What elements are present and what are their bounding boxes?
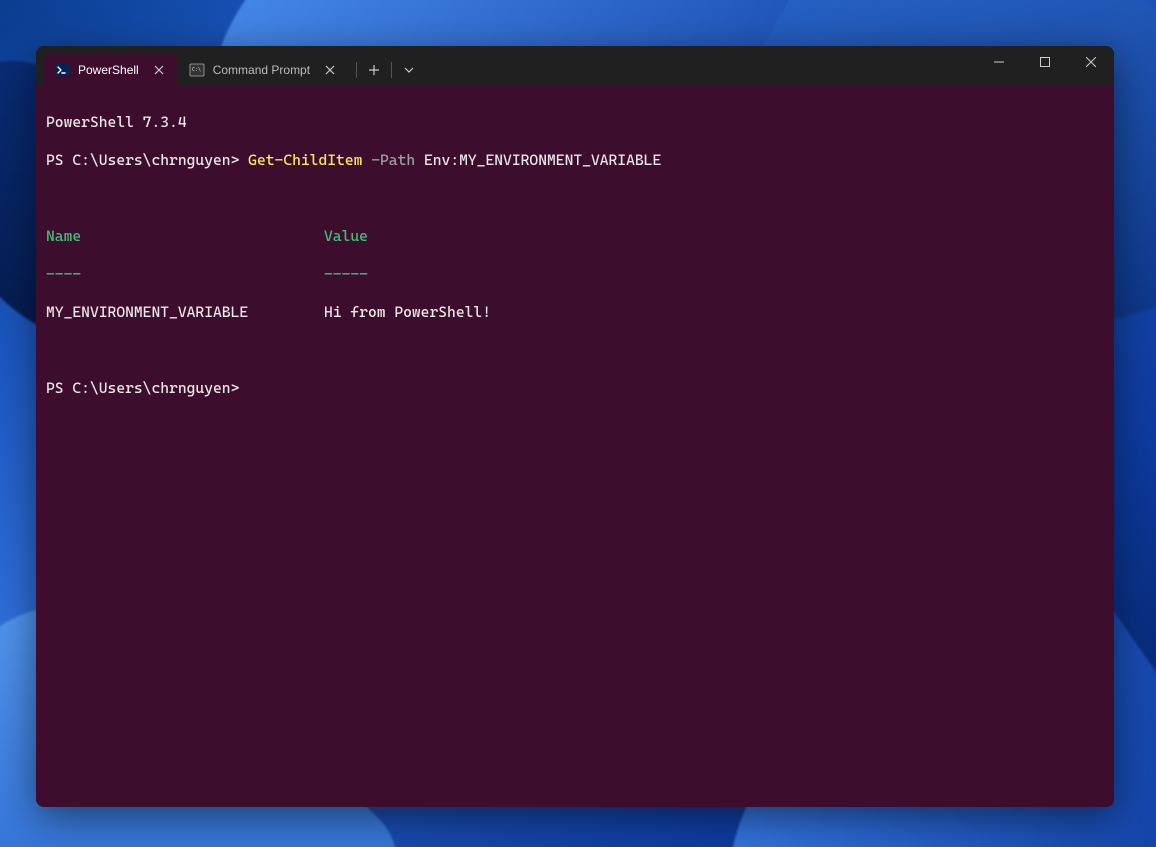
powershell-icon	[54, 62, 70, 78]
output-name: MY_ENVIRONMENT_VARIABLE	[46, 303, 324, 322]
divider	[356, 62, 357, 78]
titlebar[interactable]: PowerShell C:\ Command Prompt	[36, 46, 1114, 86]
window-controls	[976, 46, 1114, 78]
cmd-icon: C:\	[189, 62, 205, 78]
header-underline: -----	[324, 265, 1104, 284]
close-button[interactable]	[1068, 46, 1114, 78]
prompt-text: PS C:\Users\chrnguyen>	[46, 379, 239, 397]
divider	[391, 62, 392, 78]
terminal-window: PowerShell C:\ Command Prompt	[36, 46, 1114, 807]
new-tab-button[interactable]	[359, 55, 389, 85]
column-header-value: Value	[324, 227, 1104, 246]
banner-text: PowerShell 7.3.4	[46, 113, 187, 131]
arg-text: Env:MY_ENVIRONMENT_VARIABLE	[415, 151, 661, 169]
tab-label: Command Prompt	[213, 63, 310, 77]
tab-label: PowerShell	[78, 63, 139, 77]
cmdlet-text: Get-ChildItem	[248, 151, 362, 169]
prompt-text: PS C:\Users\chrnguyen>	[46, 151, 248, 169]
column-header-name: Name	[46, 227, 324, 246]
header-underline: ----	[46, 265, 324, 284]
svg-text:C:\: C:\	[192, 67, 201, 73]
close-icon[interactable]	[322, 62, 338, 78]
param-text: -Path	[362, 151, 415, 169]
tab-powershell[interactable]: PowerShell	[44, 54, 177, 86]
minimize-button[interactable]	[976, 46, 1022, 78]
maximize-button[interactable]	[1022, 46, 1068, 78]
tabs-container: PowerShell C:\ Command Prompt	[36, 46, 424, 86]
close-icon[interactable]	[151, 62, 167, 78]
tab-dropdown-button[interactable]	[394, 55, 424, 85]
terminal-content[interactable]: PowerShell 7.3.4 PS C:\Users\chrnguyen> …	[36, 86, 1114, 807]
tab-command-prompt[interactable]: C:\ Command Prompt	[179, 54, 348, 86]
output-value: Hi from PowerShell!	[324, 303, 1104, 322]
